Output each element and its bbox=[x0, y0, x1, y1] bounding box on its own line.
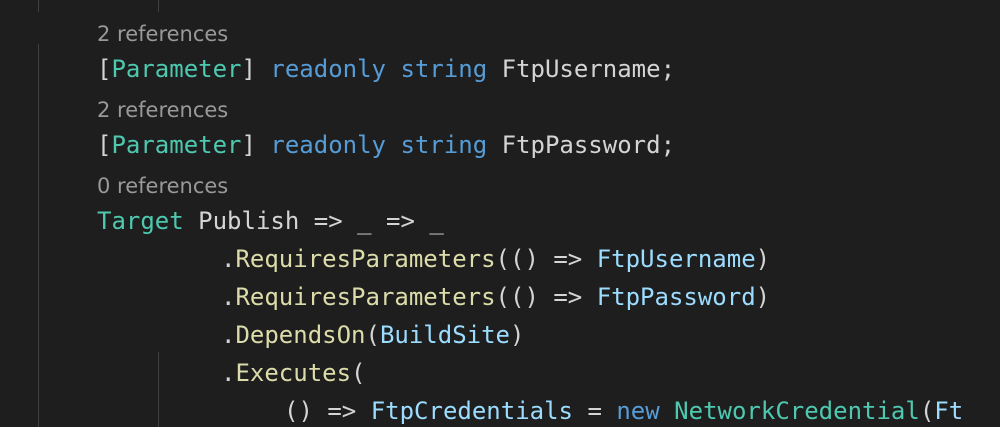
bracket-close: ] bbox=[241, 131, 271, 159]
indent-guide-top bbox=[38, 0, 39, 12]
paren-open: ( bbox=[365, 321, 380, 349]
method-depends-on: DependsOn bbox=[235, 321, 366, 349]
bracket-open: [ bbox=[97, 55, 112, 83]
code-line-executes[interactable]: .Executes( bbox=[221, 354, 366, 392]
paren-open: ( bbox=[351, 359, 366, 387]
target-declaration: Publish => _ => _ bbox=[183, 207, 444, 235]
field-ftp-username: FtpUsername bbox=[501, 55, 661, 83]
attribute-parameter: Parameter bbox=[111, 55, 242, 83]
attribute-parameter: Parameter bbox=[111, 131, 242, 159]
keyword-string: string bbox=[400, 55, 488, 83]
paren-close: ) bbox=[755, 245, 771, 273]
paren-close: ) bbox=[755, 283, 771, 311]
codelens-ftp-username-references[interactable]: 2 references bbox=[97, 15, 228, 53]
keyword-new: new bbox=[616, 397, 660, 425]
semicolon: ; bbox=[660, 131, 676, 159]
dot: . bbox=[221, 359, 236, 387]
paren-open: ( bbox=[919, 397, 935, 425]
code-line-lambda-credentials[interactable]: () => FtpCredentials = new NetworkCreden… bbox=[284, 392, 963, 427]
paren-close: ) bbox=[510, 321, 525, 349]
field-ftp-password: FtpPassword bbox=[501, 131, 661, 159]
keyword-readonly: readonly bbox=[270, 131, 386, 159]
keyword-string: string bbox=[400, 131, 488, 159]
lambda-open: (() => bbox=[495, 245, 597, 273]
indent-guide-outer bbox=[38, 44, 39, 427]
code-line-ftp-username[interactable]: [Parameter] readonly string FtpUsername; bbox=[97, 50, 675, 88]
code-line-depends-on[interactable]: .DependsOn(BuildSite) bbox=[221, 316, 524, 354]
codelens-ftp-password-references[interactable]: 2 references bbox=[97, 91, 228, 129]
keyword-readonly: readonly bbox=[270, 55, 386, 83]
lambda-open: (() => bbox=[495, 283, 597, 311]
code-editor[interactable]: 2 references [Parameter] readonly string… bbox=[0, 0, 1000, 427]
code-line-ftp-password[interactable]: [Parameter] readonly string FtpPassword; bbox=[97, 126, 675, 164]
type-network-credential: NetworkCredential bbox=[674, 397, 920, 425]
type-target: Target bbox=[97, 207, 184, 235]
indent-guide-top-inner bbox=[158, 0, 159, 12]
codelens-publish-references[interactable]: 0 references bbox=[97, 167, 228, 205]
assign-operator: = bbox=[573, 397, 617, 425]
bracket-close: ] bbox=[241, 55, 271, 83]
ident-ftp-credentials: FtpCredentials bbox=[370, 397, 573, 425]
indent-guide-inner bbox=[158, 352, 159, 427]
bracket-open: [ bbox=[97, 131, 112, 159]
code-line-target-publish[interactable]: Target Publish => _ => _ bbox=[97, 202, 444, 240]
dot: . bbox=[221, 245, 236, 273]
method-requires-parameters: RequiresParameters bbox=[235, 245, 496, 273]
code-line-requires-username[interactable]: .RequiresParameters(() => FtpUsername) bbox=[221, 240, 770, 278]
code-line-requires-password[interactable]: .RequiresParameters(() => FtpPassword) bbox=[221, 278, 770, 316]
dot: . bbox=[221, 283, 236, 311]
ident-build-site: BuildSite bbox=[379, 321, 510, 349]
ident-ftp-password: FtpPassword bbox=[596, 283, 756, 311]
semicolon: ; bbox=[660, 55, 676, 83]
ident-truncated: Ft bbox=[934, 397, 964, 425]
method-executes: Executes bbox=[235, 359, 352, 387]
ident-ftp-username: FtpUsername bbox=[596, 245, 756, 273]
dot: . bbox=[221, 321, 236, 349]
lambda-open: () => bbox=[284, 397, 371, 425]
method-requires-parameters: RequiresParameters bbox=[235, 283, 496, 311]
